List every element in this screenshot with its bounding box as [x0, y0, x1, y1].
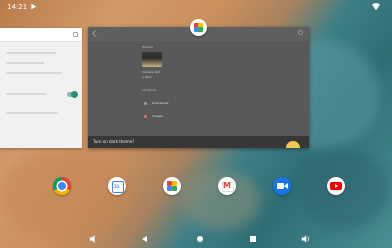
status-bar: 14:21 — [0, 0, 392, 14]
sun-icon[interactable] — [286, 141, 300, 148]
list-item[interactable]: Downloads — [152, 101, 168, 105]
recent-app-card-left[interactable] — [0, 28, 82, 148]
status-time: 14:21 — [7, 3, 28, 11]
snackbar: Turn on dark theme? — [88, 136, 309, 148]
album-count: 1 item — [142, 75, 152, 79]
back-arrow-icon[interactable] — [91, 29, 100, 38]
photos-app-icon[interactable] — [190, 19, 207, 36]
navigation-bar — [0, 231, 392, 248]
volume-down-icon[interactable] — [89, 235, 97, 243]
volume-up-icon[interactable] — [301, 235, 310, 243]
list-item[interactable]: Images — [152, 114, 163, 118]
section-locations: Locations — [142, 88, 157, 92]
folder-icon — [144, 102, 147, 105]
duo-video-icon[interactable] — [273, 177, 291, 195]
album-thumbnail[interactable] — [142, 52, 162, 67]
play-store-icon — [31, 3, 37, 10]
snackbar-message: Turn on dark theme? — [93, 139, 135, 144]
youtube-icon[interactable] — [327, 177, 345, 195]
recents-button[interactable] — [250, 236, 256, 242]
image-icon — [144, 115, 147, 118]
chrome-icon[interactable] — [53, 177, 71, 195]
calendar-icon[interactable]: 31 — [108, 177, 126, 195]
album-caption: Camera Roll — [142, 70, 161, 74]
calendar-date: 31 — [114, 184, 120, 189]
wifi-icon — [372, 3, 380, 11]
search-icon[interactable] — [298, 30, 303, 35]
home-button[interactable] — [197, 236, 203, 242]
gmail-icon[interactable] — [218, 177, 236, 195]
recent-app-card-photos[interactable]: Header Camera Roll 1 item Locations Down… — [88, 27, 309, 148]
card-toolbar — [0, 28, 82, 42]
section-header: Header — [142, 45, 153, 49]
photos-icon[interactable] — [163, 177, 181, 195]
search-icon — [73, 32, 78, 37]
back-button[interactable] — [142, 236, 147, 242]
toggle-switch[interactable] — [67, 91, 78, 98]
